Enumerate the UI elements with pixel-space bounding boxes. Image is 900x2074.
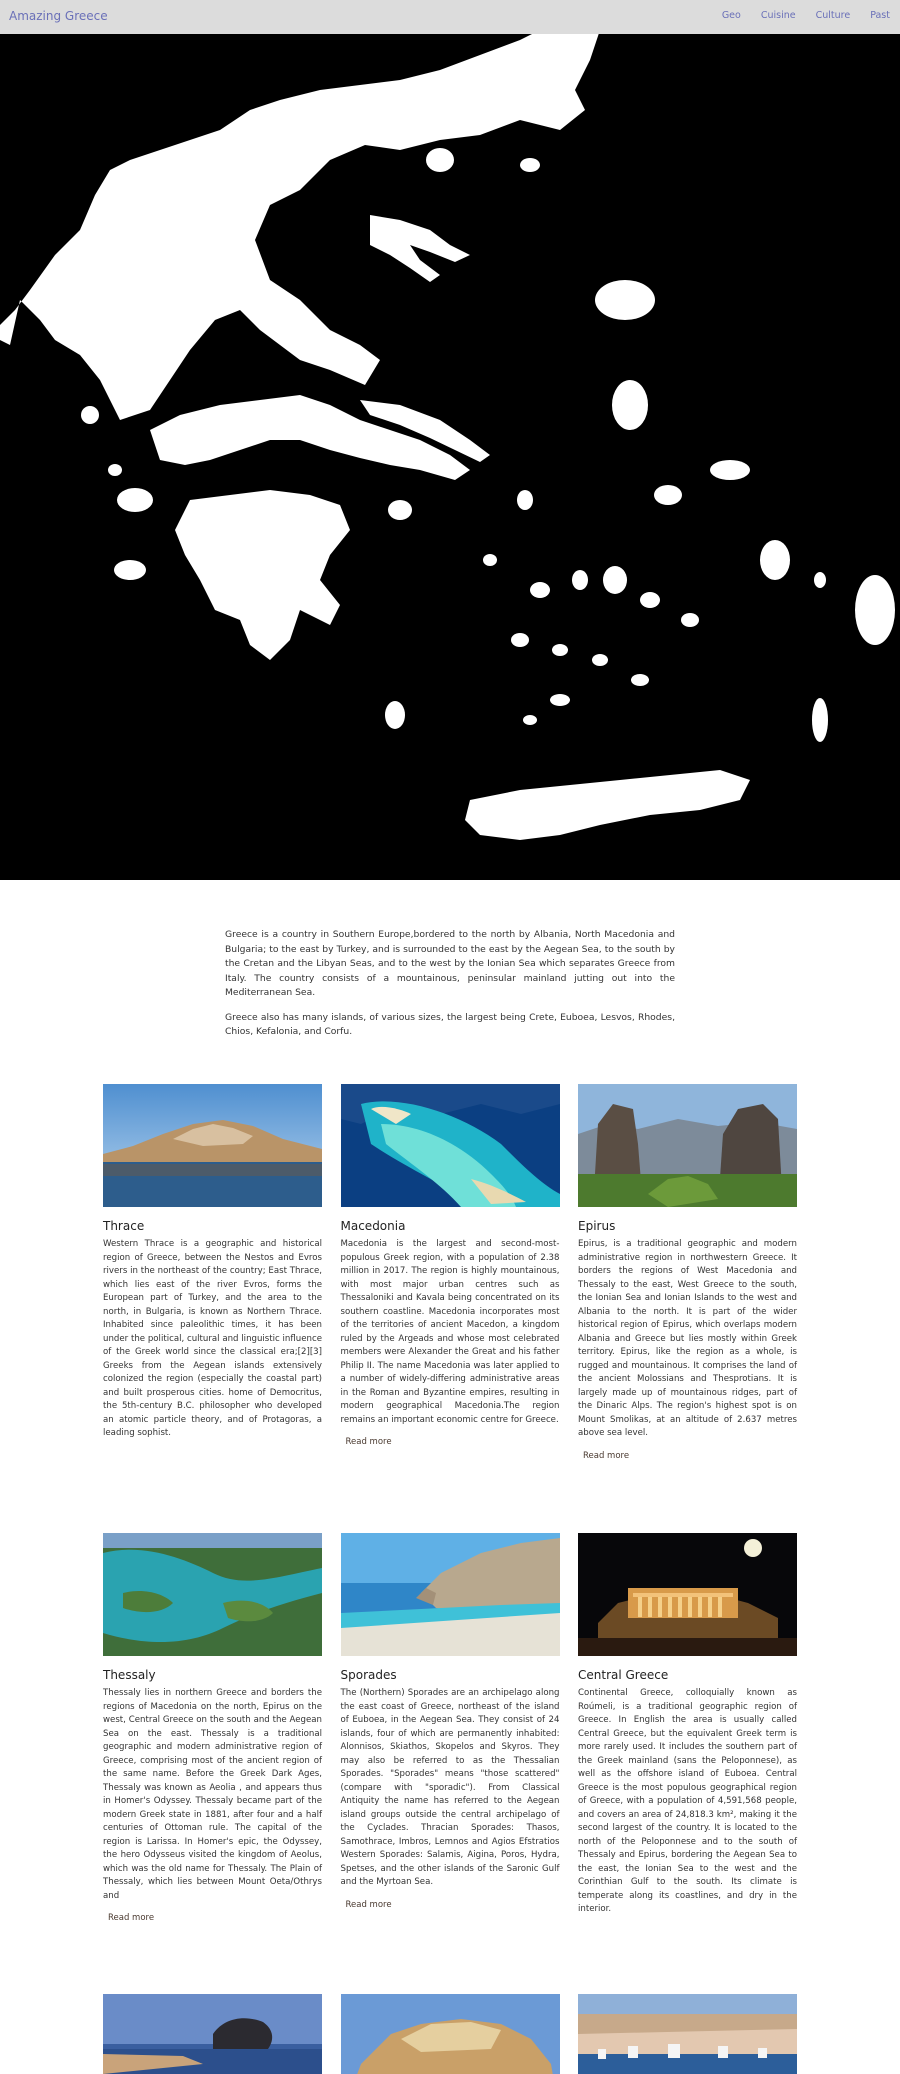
- read-more-link[interactable]: Read more: [103, 1911, 159, 1925]
- card-text: Thessaly lies in northern Greece and bor…: [103, 1688, 322, 1901]
- intro-paragraph: Greece is a country in Southern Europe,b…: [225, 929, 675, 998]
- card-macedonia: Macedonia Macedonia is the largest and s…: [340, 1084, 560, 1463]
- card-text: The (Northern) Sporades are an archipela…: [340, 1688, 560, 1887]
- brand-link[interactable]: Amazing Greece: [9, 9, 108, 23]
- nav-link-geo[interactable]: Geo: [722, 10, 741, 21]
- card-text: Epirus, is a traditional geographic and …: [578, 1239, 797, 1438]
- central-greece-image: [578, 1533, 797, 1656]
- read-more-link[interactable]: Read more: [341, 1898, 397, 1912]
- epirus-image: [578, 1084, 797, 1207]
- greece-map-image: [0, 0, 900, 880]
- intro-paragraph: Greece also has many islands, of various…: [225, 1011, 675, 1038]
- read-more-link[interactable]: Read more: [341, 1435, 397, 1449]
- card-title: Epirus: [578, 1219, 616, 1233]
- hero-map: [0, 0, 900, 880]
- nav-link-culture[interactable]: Culture: [816, 10, 851, 21]
- card-thrace: Thrace Western Thrace is a geographic an…: [103, 1084, 322, 1463]
- card-partial: [103, 1994, 322, 2074]
- intro-section: Greece is a country in Southern Europe,b…: [225, 928, 675, 1050]
- card-epirus: Epirus Epirus, is a traditional geograph…: [578, 1084, 797, 1463]
- corfu-image: [340, 1994, 560, 2074]
- nav-link-past[interactable]: Past: [870, 10, 890, 21]
- card-row: Thessaly Thessaly lies in northern Greec…: [103, 1533, 797, 1925]
- card-title: Sporades: [340, 1668, 397, 1682]
- thessaly-image: [103, 1533, 322, 1656]
- card-row: Thrace Western Thrace is a geographic an…: [103, 1084, 797, 1463]
- card-title: Central Greece: [578, 1668, 669, 1682]
- card-title: Macedonia: [340, 1219, 406, 1233]
- read-more-link[interactable]: Read more: [578, 1449, 634, 1463]
- card-thessaly: Thessaly Thessaly lies in northern Greec…: [103, 1533, 322, 1925]
- card-text: Macedonia is the largest and second-most…: [340, 1239, 560, 1425]
- card-partial: [340, 1994, 560, 2074]
- card-text: Western Thrace is a geographic and histo…: [103, 1239, 322, 1438]
- card-row: [103, 1994, 797, 2074]
- card-title: Thrace: [103, 1219, 145, 1233]
- macedonia-image: [340, 1084, 560, 1207]
- nav-link-cuisine[interactable]: Cuisine: [761, 10, 796, 21]
- rhodes-image: [578, 1994, 797, 2074]
- thrace-image: [103, 1084, 322, 1207]
- card-title: Thessaly: [103, 1668, 156, 1682]
- card-text: Continental Greece, colloquially known a…: [578, 1688, 797, 1914]
- card-central-greece: Central Greece Continental Greece, collo…: [578, 1533, 797, 1925]
- navbar: Amazing Greece Geo Cuisine Culture Past: [0, 0, 900, 34]
- card-sporades: Sporades The (Northern) Sporades are an …: [340, 1533, 560, 1925]
- peloponnese-image: [103, 1994, 322, 2074]
- nav-links: Geo Cuisine Culture Past: [722, 10, 900, 21]
- sporades-image: [340, 1533, 560, 1656]
- card-partial: [578, 1994, 797, 2074]
